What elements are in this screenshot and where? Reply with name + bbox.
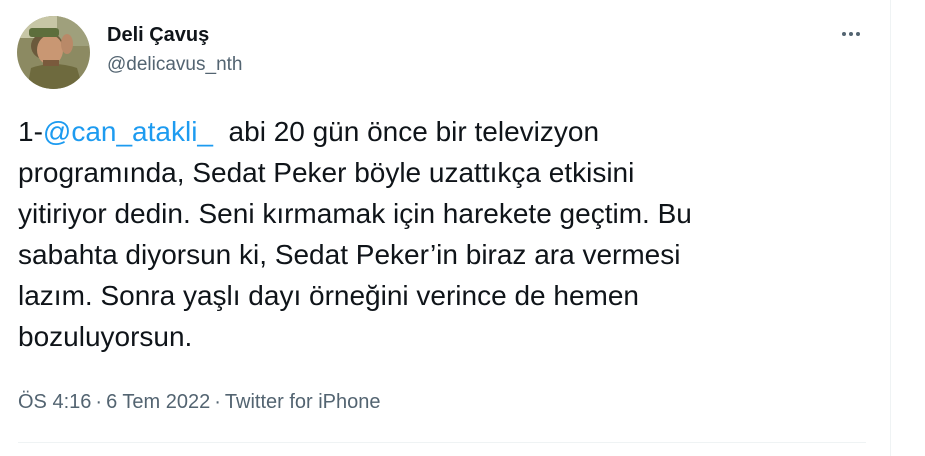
more-options-button[interactable] xyxy=(832,18,870,50)
tweet-time[interactable]: ÖS 4:16 xyxy=(18,391,91,413)
tweet-text-line: 1-@can_atakli_ abi 20 gün önce bir telev… xyxy=(18,111,878,152)
more-horizontal-icon-dot xyxy=(849,32,853,36)
tweet-card: Deli Çavuş @delicavus_nth 1-@can_atakli_… xyxy=(0,0,890,456)
column-border xyxy=(890,0,891,456)
avatar[interactable] xyxy=(17,16,90,89)
tweet-source[interactable]: Twitter for iPhone xyxy=(225,391,381,413)
tweet-prefix: 1- xyxy=(18,116,43,147)
tweet-text-line: bozuluyorsun. xyxy=(18,321,193,352)
tweet-text-line: lazım. Sonra yaşlı dayı örneğini verince… xyxy=(18,280,639,311)
mention-link[interactable]: @can_atakli_ xyxy=(43,116,213,147)
tweet-text: 1-@can_atakli_ abi 20 gün önce bir telev… xyxy=(18,111,878,357)
more-horizontal-icon xyxy=(842,32,846,36)
tweet-text-line: sabahta diyorsun ki, Sedat Peker’in bira… xyxy=(18,239,681,270)
author-handle[interactable]: @delicavus_nth xyxy=(107,54,242,76)
tweet-metadata: ÖS 4:16 · 6 Tem 2022 · Twitter for iPhone xyxy=(18,391,381,414)
meta-separator: · xyxy=(95,391,103,413)
divider xyxy=(18,442,866,443)
tweet-text-line: yitiriyor dedin. Seni kırmamak için hare… xyxy=(18,198,692,229)
meta-separator: · xyxy=(214,391,221,413)
tweet-date[interactable]: 6 Tem 2022 xyxy=(106,391,210,413)
more-horizontal-icon-dot xyxy=(856,32,860,36)
tweet-text-line: programında, Sedat Peker böyle uzattıkça… xyxy=(18,157,635,188)
author-display-name[interactable]: Deli Çavuş xyxy=(107,24,209,47)
tweet-text-segment: abi 20 gün önce bir televizyon xyxy=(212,116,600,147)
